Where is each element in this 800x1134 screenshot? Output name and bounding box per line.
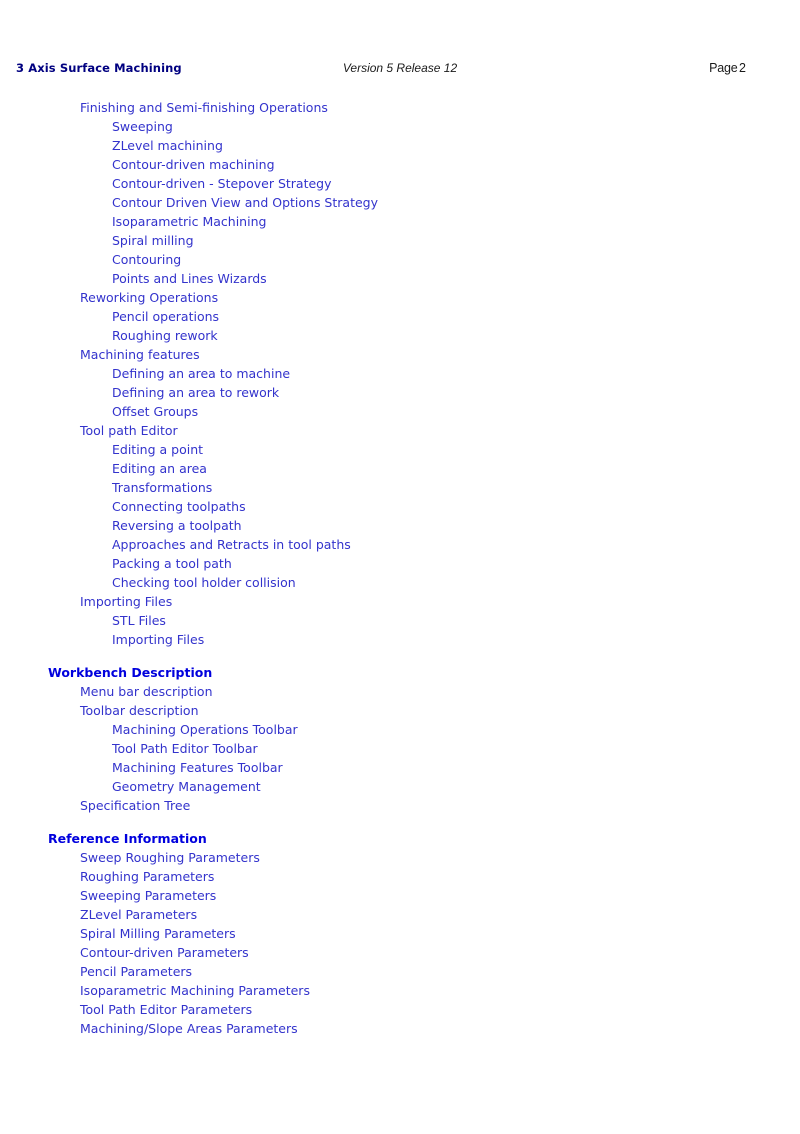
toc-entry[interactable]: Contouring	[112, 250, 800, 269]
toc-entry[interactable]: Points and Lines Wizards	[112, 269, 800, 288]
toc-entry[interactable]: Checking tool holder collision	[112, 573, 800, 592]
toc-entry[interactable]: Toolbar description	[80, 701, 800, 720]
toc-entry[interactable]: Reversing a toolpath	[112, 516, 800, 535]
toc-entry[interactable]: Specification Tree	[80, 796, 800, 815]
toc-entry[interactable]: Transformations	[112, 478, 800, 497]
toc-entry[interactable]: Defining an area to rework	[112, 383, 800, 402]
toc-entry[interactable]: Sweeping	[112, 117, 800, 136]
toc-entry[interactable]: Reworking Operations	[80, 288, 800, 307]
header-page-value: 2	[739, 61, 746, 75]
toc-entry[interactable]: Roughing Parameters	[80, 867, 800, 886]
toc-entry[interactable]: Offset Groups	[112, 402, 800, 421]
toc-entry[interactable]: Contour-driven - Stepover Strategy	[112, 174, 800, 193]
toc-entry[interactable]: Finishing and Semi-finishing Operations	[80, 98, 800, 117]
toc-entry[interactable]: Importing Files	[80, 592, 800, 611]
toc-entry[interactable]: Machining Operations Toolbar	[112, 720, 800, 739]
toc-entry[interactable]: Defining an area to machine	[112, 364, 800, 383]
toc-entry[interactable]: Editing an area	[112, 459, 800, 478]
toc-entry[interactable]: Sweeping Parameters	[80, 886, 800, 905]
toc-entry[interactable]: Packing a tool path	[112, 554, 800, 573]
toc-entry[interactable]: Sweep Roughing Parameters	[80, 848, 800, 867]
toc-entry[interactable]: ZLevel machining	[112, 136, 800, 155]
toc-entry[interactable]: Tool path Editor	[80, 421, 800, 440]
toc-entry[interactable]: Editing a point	[112, 440, 800, 459]
toc-entry[interactable]: Importing Files	[112, 630, 800, 649]
toc-section-heading[interactable]: Workbench Description	[48, 663, 800, 682]
toc-entry[interactable]: Contour-driven machining	[112, 155, 800, 174]
toc-entry[interactable]: ZLevel Parameters	[80, 905, 800, 924]
toc-entry[interactable]: Contour-driven Parameters	[80, 943, 800, 962]
table-of-contents: Finishing and Semi-finishing Operations S…	[0, 98, 800, 1038]
header-page-word: Page	[709, 61, 738, 75]
toc-entry[interactable]: Roughing rework	[112, 326, 800, 345]
toc-entry[interactable]: Pencil Parameters	[80, 962, 800, 981]
toc-entry[interactable]: Machining/Slope Areas Parameters	[80, 1019, 800, 1038]
toc-entry[interactable]: Machining Features Toolbar	[112, 758, 800, 777]
toc-entry[interactable]: Isoparametric Machining Parameters	[80, 981, 800, 1000]
toc-entry[interactable]: Spiral Milling Parameters	[80, 924, 800, 943]
toc-entry[interactable]: Geometry Management	[112, 777, 800, 796]
header-version-label: Version 5 Release 12	[342, 61, 458, 75]
toc-entry[interactable]: Isoparametric Machining	[112, 212, 800, 231]
toc-entry[interactable]: Tool Path Editor Parameters	[80, 1000, 800, 1019]
toc-entry[interactable]: Connecting toolpaths	[112, 497, 800, 516]
toc-section-heading[interactable]: Reference Information	[48, 829, 800, 848]
toc-entry[interactable]: Machining features	[80, 345, 800, 364]
toc-entry[interactable]: STL Files	[112, 611, 800, 630]
header-page-number: Page 2	[709, 61, 746, 75]
toc-entry[interactable]: Pencil operations	[112, 307, 800, 326]
toc-entry[interactable]: Contour Driven View and Options Strategy	[112, 193, 800, 212]
toc-entry[interactable]: Tool Path Editor Toolbar	[112, 739, 800, 758]
toc-entry[interactable]: Approaches and Retracts in tool paths	[112, 535, 800, 554]
page-header: 3 Axis Surface Machining Version 5 Relea…	[0, 61, 800, 79]
toc-entry[interactable]: Menu bar description	[80, 682, 800, 701]
toc-entry[interactable]: Spiral milling	[112, 231, 800, 250]
